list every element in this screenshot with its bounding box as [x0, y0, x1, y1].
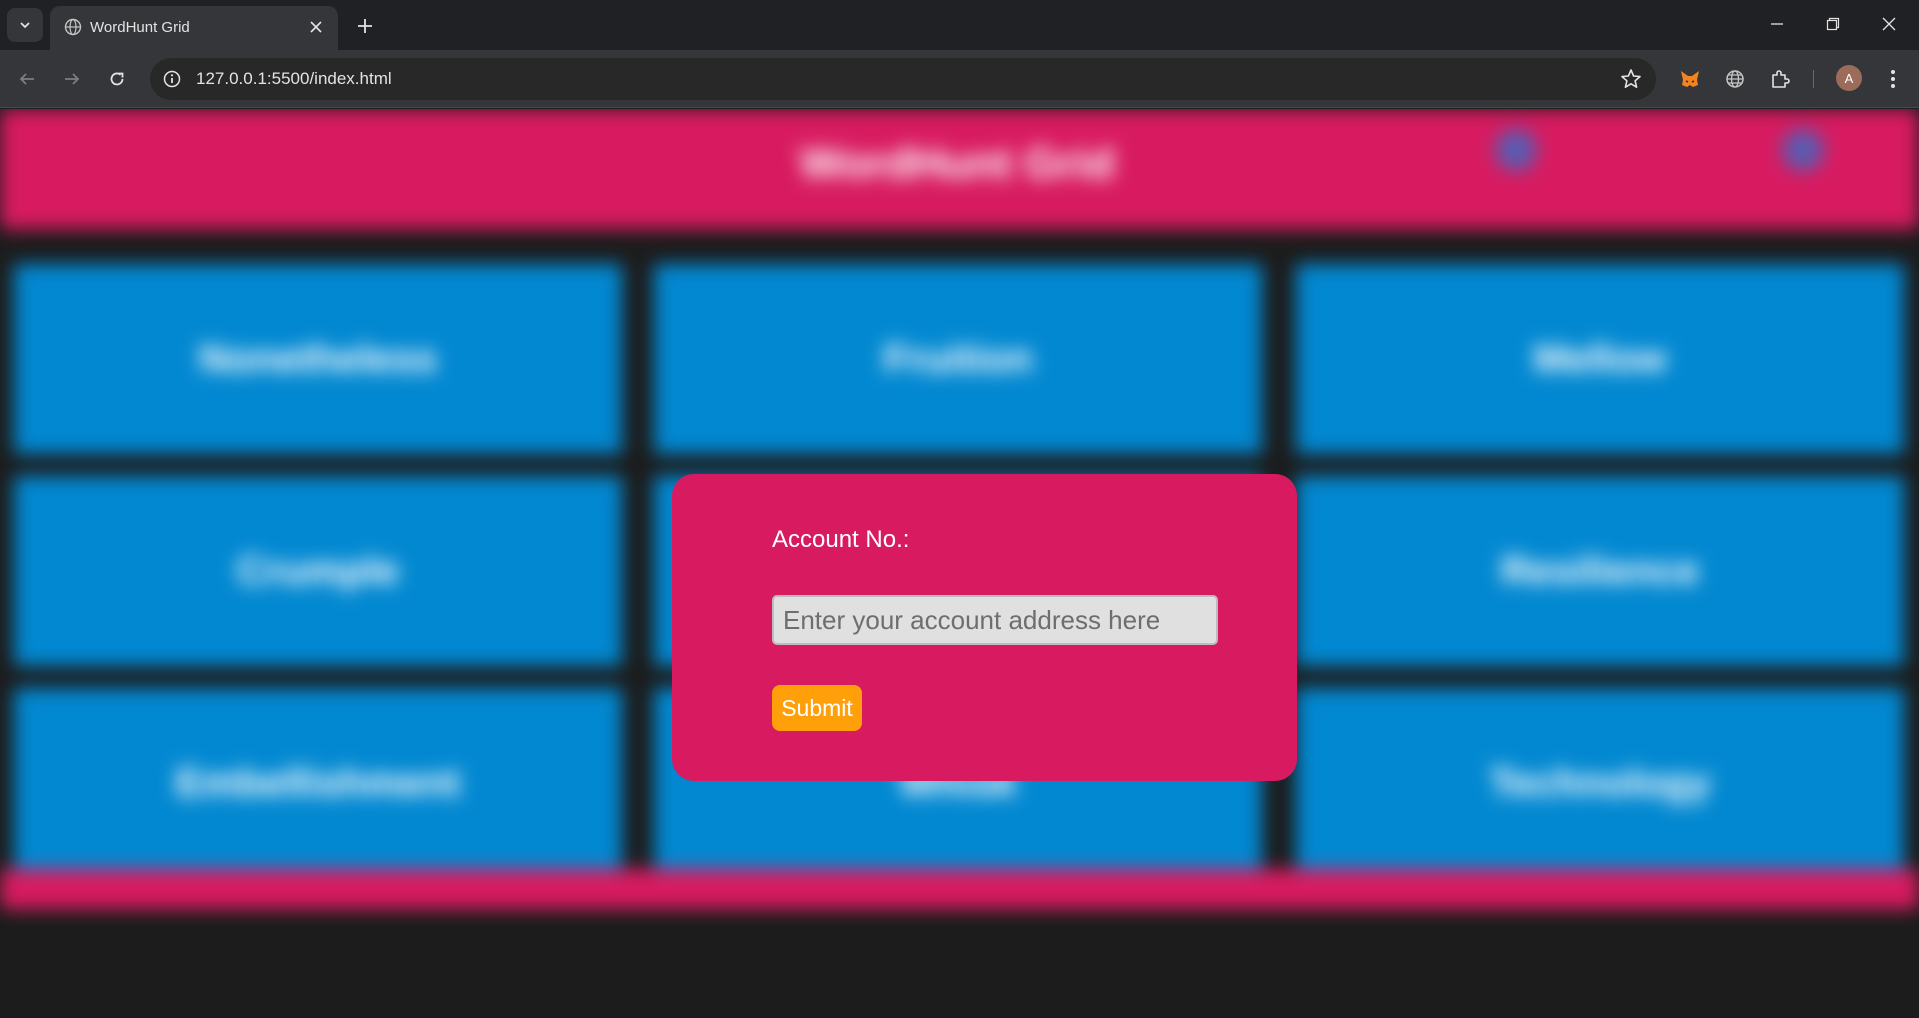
extensions-button[interactable] [1767, 66, 1793, 92]
fox-icon [1681, 71, 1699, 87]
browser-tab[interactable]: WordHunt Grid [50, 6, 338, 50]
grid-cell: Fruition [654, 264, 1262, 454]
site-header: WordHunt Grid [0, 109, 1919, 229]
site-footer [0, 869, 1919, 909]
grid-cell: Mellow [1296, 264, 1904, 454]
header-avatar-icon [1495, 129, 1537, 171]
submit-button[interactable]: Submit [772, 685, 862, 731]
grid-cell: Resilience [1296, 476, 1904, 666]
grid-cell: Embellishment [14, 688, 622, 878]
back-button[interactable] [12, 64, 42, 94]
header-settings-icon [1782, 129, 1824, 171]
puzzle-icon [1772, 70, 1790, 88]
more-vertical-icon [1891, 70, 1895, 88]
restore-button[interactable] [1810, 8, 1856, 40]
reload-icon [110, 72, 124, 86]
toolbar-separator [1813, 70, 1814, 88]
globe-icon [1726, 70, 1744, 88]
grid-cell: Crumple [14, 476, 622, 666]
page-viewport: WordHunt Grid Nonetheless Fruition Mello… [0, 109, 1919, 1018]
tab-close-button[interactable] [306, 17, 326, 37]
forward-button[interactable] [57, 64, 87, 94]
globe-icon [64, 18, 82, 36]
arrow-left-icon [19, 73, 34, 85]
translate-extension-button[interactable] [1722, 66, 1748, 92]
close-icon [1882, 17, 1896, 31]
info-icon [163, 70, 181, 88]
new-tab-button[interactable] [352, 13, 378, 39]
metamask-extension-button[interactable] [1677, 66, 1703, 92]
tab-search-button[interactable] [7, 8, 43, 42]
site-info-button[interactable] [160, 67, 184, 91]
minimize-button[interactable] [1754, 8, 1800, 40]
address-bar[interactable]: 127.0.0.1:5500/index.html [150, 58, 1656, 100]
site-title: WordHunt Grid [800, 139, 1115, 188]
chevron-down-icon [20, 22, 30, 29]
grid-cell: Nonetheless [14, 264, 622, 454]
arrow-right-icon [65, 73, 80, 85]
restore-icon [1826, 17, 1840, 31]
account-label: Account No.: [772, 526, 910, 553]
account-modal: Account No.: Submit [672, 474, 1297, 781]
close-icon [310, 21, 322, 33]
reload-button[interactable] [102, 64, 132, 94]
grid-cell: Technology [1296, 688, 1904, 878]
browser-tab-strip: WordHunt Grid [0, 0, 1919, 50]
browser-toolbar: 127.0.0.1:5500/index.html A [0, 50, 1919, 108]
window-close-button[interactable] [1866, 8, 1912, 40]
browser-menu-button[interactable] [1880, 66, 1906, 92]
tab-title: WordHunt Grid [90, 19, 190, 36]
url-text[interactable]: 127.0.0.1:5500/index.html [196, 69, 392, 89]
bookmark-star-icon[interactable] [1620, 68, 1642, 90]
profile-avatar[interactable]: A [1836, 65, 1862, 91]
account-address-input[interactable] [772, 595, 1218, 645]
plus-icon [358, 19, 372, 33]
minimize-icon [1771, 23, 1783, 25]
